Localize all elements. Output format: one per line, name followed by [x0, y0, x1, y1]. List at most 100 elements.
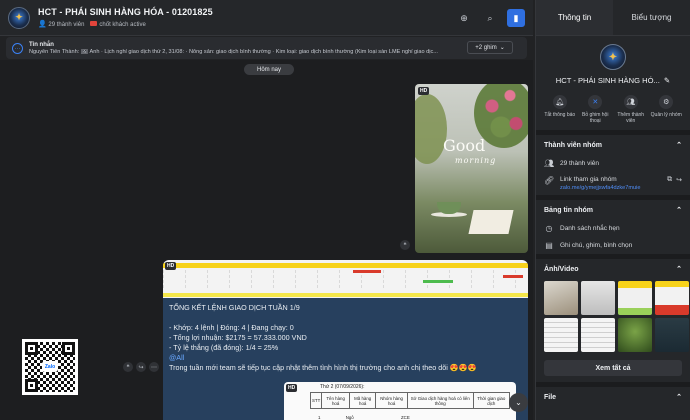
message-icon: … — [12, 42, 23, 54]
members-section-title: Thành viên nhóm — [544, 141, 602, 149]
bell-icon: 🔔︎ — [552, 95, 567, 109]
reminders-label: Danh sách nhắc hẹn — [560, 225, 620, 232]
members-icon: 👥︎ — [544, 159, 555, 168]
manage-group-button[interactable]: ⚙ Quản lý nhóm — [649, 95, 683, 124]
schedule-header-cell: Tên hàng hoá — [321, 392, 350, 409]
more-pins-button[interactable]: +2 ghim ⌄ — [467, 41, 513, 54]
media-thumbnail[interactable] — [655, 318, 689, 352]
members-section-header[interactable]: Thành viên nhóm ⌃ — [536, 130, 690, 155]
pinned-label: Tin nhắn — [29, 41, 54, 48]
qr-finder — [25, 379, 38, 392]
note-icon: ▤ — [545, 241, 553, 250]
join-link-row[interactable]: 🔗︎ Link tham gia nhóm zalo.me/g/ymejjswf… — [536, 172, 690, 195]
image-text-good: Good — [443, 136, 486, 155]
reminders-row[interactable]: ◷ Danh sách nhắc hẹn — [536, 220, 690, 237]
media-thumbnail[interactable] — [655, 281, 689, 315]
media-thumbnail[interactable] — [618, 281, 652, 315]
manage-group-label: Quản lý nhóm — [650, 112, 682, 118]
qr-code-image[interactable]: Zalo — [22, 339, 78, 395]
message-line: - Tỷ lệ thắng (đã đóng): 1/4 = 25% — [169, 343, 279, 352]
media-section-header[interactable]: Ảnh/Video ⌃ — [536, 254, 690, 279]
search-icon[interactable]: ⌕ — [481, 9, 499, 27]
hd-badge: HD — [286, 384, 298, 392]
schedule-table-image[interactable]: HD Thứ 2 (07/09/2026): STT Tên hàng hoá … — [284, 382, 516, 420]
zalo-logo: Zalo — [42, 361, 58, 372]
file-section-header[interactable]: File ⌃ — [536, 382, 690, 407]
sidebar-toggle-icon[interactable]: ▮ — [507, 9, 525, 27]
members-indicator[interactable]: 👤 29 thành viên — [38, 20, 84, 28]
spreadsheet-image[interactable]: HD — [163, 260, 528, 298]
see-all-button[interactable]: Xem tất cả — [544, 360, 682, 376]
share-icon[interactable]: ↪ — [136, 362, 146, 372]
schedule-header-cell: Thời gian giao dịch — [472, 392, 511, 409]
more-icon[interactable]: ⋯ — [149, 362, 159, 372]
schedule-header-cell: Sở Giao dịch hàng hoá có liên thông — [406, 392, 474, 409]
message-line: TỔNG KẾT LỆNH GIAO DỊCH TUẦN 1/9 — [169, 303, 300, 312]
group-name-text: HCT - PHÁI SINH HÀNG HÓ... — [555, 76, 660, 85]
media-section-title: Ảnh/Video — [544, 265, 579, 273]
add-member-icon[interactable]: ⊕ — [455, 9, 473, 27]
qr-finder — [62, 342, 75, 355]
edit-icon[interactable]: ✎ — [664, 76, 670, 85]
message-text: TỔNG KẾT LỆNH GIAO DỊCH TUẦN 1/9 - Khớp:… — [169, 303, 519, 373]
members-row[interactable]: 👥︎ 29 thành viên — [536, 155, 690, 172]
schedule-header-cell: Nhóm hàng hoá — [375, 392, 408, 409]
notes-row[interactable]: ▤ Ghi chú, ghim, bình chọn — [536, 237, 690, 254]
sheet-row — [163, 280, 528, 283]
sheet-profit-cell — [423, 280, 453, 283]
chevron-down-icon: ⌃ — [676, 207, 682, 214]
chat-area[interactable]: Hôm nay HD Good morning ❝ HD TỔNG KẾT LỆ… — [0, 60, 533, 420]
schedule-header-cell: STT — [309, 392, 323, 409]
add-member-icon: 👥︎ — [623, 95, 638, 109]
board-section-header[interactable]: Bảng tin nhóm ⌃ — [536, 195, 690, 220]
reply-icon[interactable]: ❝ — [123, 362, 133, 372]
chat-header: ✦ HCT - PHÁI SINH HÀNG HÓA - 01201825 👤 … — [0, 0, 533, 36]
unpin-conversation-button[interactable]: ✕ Bỏ ghim hội thoại — [578, 95, 612, 124]
media-thumbnail[interactable] — [581, 318, 615, 352]
share-icon[interactable]: ↪ — [676, 176, 682, 191]
pinned-messages-bar[interactable]: … Tin nhắn Nguyễn Tiến Thành: 🖼 Ảnh · Lị… — [6, 37, 527, 59]
chevron-down-icon: ⌄ — [499, 45, 505, 51]
book-shape — [468, 210, 514, 234]
info-panel: Thông tin Biểu tượng ✦ HCT - PHÁI SINH H… — [535, 0, 690, 420]
message-line: Trong tuần mới team sẽ tiếp tục cập nhật… — [169, 363, 477, 372]
group-avatar-large[interactable]: ✦ — [600, 44, 626, 70]
unpin-label: Bỏ ghim hội thoại — [582, 112, 609, 124]
group-title[interactable]: HCT - PHÁI SINH HÀNG HÓA - 01201825 — [38, 7, 213, 17]
mute-label: Tắt thông báo — [544, 112, 576, 118]
date-divider: Hôm nay — [244, 64, 294, 75]
mention-all[interactable]: @All — [169, 353, 519, 363]
media-thumbnail[interactable] — [618, 318, 652, 352]
media-thumbnail[interactable] — [544, 281, 578, 315]
media-thumbnail[interactable] — [544, 318, 578, 352]
mute-button[interactable]: 🔔︎ Tắt thông báo — [543, 95, 577, 124]
add-member-button[interactable]: 👥︎ Thêm thành viên — [614, 95, 648, 124]
pin-icon: ✕ — [588, 95, 603, 109]
sheet-loss-cell — [503, 275, 523, 278]
media-thumbnail[interactable] — [581, 281, 615, 315]
group-avatar[interactable]: ✦ — [8, 6, 30, 29]
clock-icon: ◷ — [545, 224, 553, 233]
chevron-down-icon: ⌃ — [676, 142, 682, 149]
chevron-down-icon: ⌃ — [676, 394, 682, 401]
chevron-down-icon: ⌃ — [676, 266, 682, 273]
sheet-row — [163, 270, 528, 273]
reply-icon[interactable]: ❝ — [400, 240, 410, 250]
status-tag[interactable]: chốt khách active — [90, 20, 146, 28]
schedule-cell: Ngô — [345, 415, 354, 420]
image-text-morning: morning — [455, 156, 497, 165]
join-link-value[interactable]: zalo.me/g/ymejjswfa4dzke7muie — [560, 185, 641, 191]
copy-icon[interactable]: ⧉ — [667, 176, 672, 191]
scroll-to-bottom-button[interactable]: ⌄ — [509, 393, 528, 412]
schedule-header-cell: Mã hàng hoá — [348, 392, 377, 409]
schedule-cell: ZCE — [400, 415, 410, 420]
sheet-header-row — [163, 263, 528, 268]
media-grid — [536, 279, 690, 354]
qr-finder — [25, 342, 38, 355]
good-morning-image[interactable]: HD Good morning — [415, 84, 528, 253]
tab-info[interactable]: Thông tin — [536, 0, 613, 35]
pinned-message: Nguyễn Tiến Thành: 🖼 Ảnh · Lịch nghỉ gia… — [29, 48, 438, 55]
members-row-label: 29 thành viên — [560, 160, 600, 167]
sheet-row — [163, 285, 528, 288]
tab-stickers[interactable]: Biểu tượng — [613, 0, 690, 35]
